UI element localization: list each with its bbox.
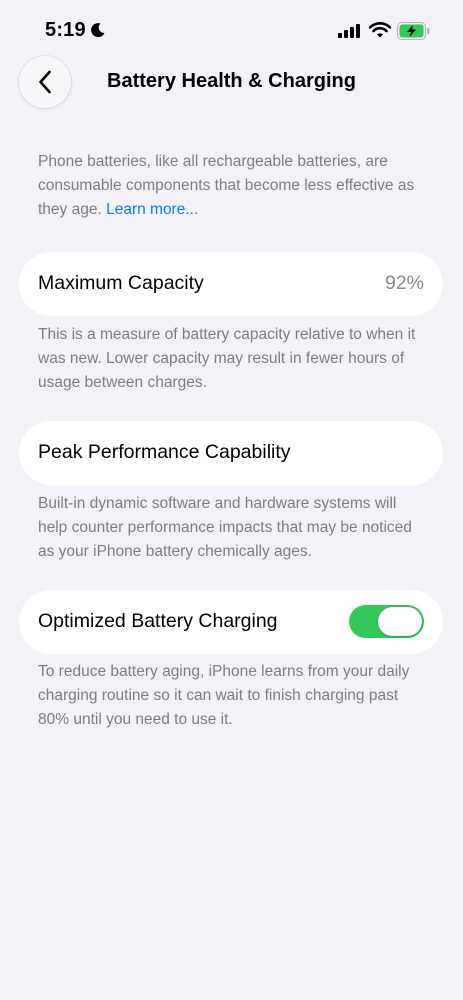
intro-text: Phone batteries, like all rechargeable b… bbox=[38, 153, 415, 218]
optimized-charging-row: Optimized Battery Charging bbox=[19, 590, 443, 654]
peak-performance-label: Peak Performance Capability bbox=[38, 441, 291, 463]
peak-performance-row: Peak Performance Capability bbox=[19, 421, 443, 485]
maximum-capacity-row: Maximum Capacity 92% bbox=[19, 252, 443, 316]
wifi-icon bbox=[369, 22, 391, 38]
optimized-charging-label: Optimized Battery Charging bbox=[38, 610, 278, 632]
status-bar: 5:19 bbox=[0, 0, 463, 52]
intro-description: Phone batteries, like all rechargeable b… bbox=[38, 150, 428, 222]
maximum-capacity-description: This is a measure of battery capacity re… bbox=[38, 326, 416, 391]
toggle-knob bbox=[378, 607, 422, 636]
optimized-charging-toggle[interactable] bbox=[349, 605, 424, 638]
learn-more-link[interactable]: Learn more... bbox=[106, 201, 198, 218]
peak-performance-description: Built-in dynamic software and hardware s… bbox=[38, 495, 412, 560]
maximum-capacity-value: 92% bbox=[384, 272, 424, 294]
moon-icon bbox=[91, 23, 105, 38]
cellular-signal-icon bbox=[338, 24, 360, 38]
maximum-capacity-label: Maximum Capacity bbox=[38, 272, 204, 294]
page-title: Battery Health & Charging bbox=[107, 70, 356, 92]
battery-charging-icon bbox=[397, 22, 430, 40]
optimized-charging-description: To reduce battery aging, iPhone learns f… bbox=[38, 663, 410, 728]
status-time: 5:19 bbox=[45, 19, 86, 41]
